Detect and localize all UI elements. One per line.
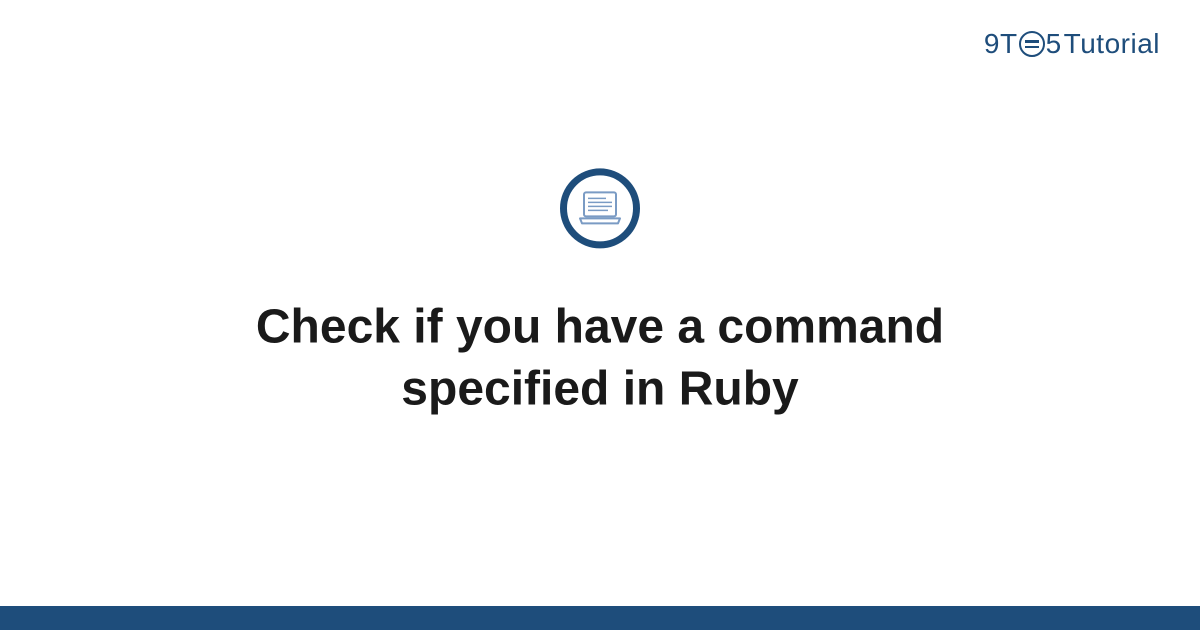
logo-text-5: 5 [1046, 28, 1062, 60]
footer-bar [0, 606, 1200, 630]
article-icon-circle [560, 168, 640, 248]
logo-o-icon [1019, 31, 1045, 57]
logo-text-9t: 9T [984, 28, 1018, 60]
logo-text-tutorial: Tutorial [1064, 28, 1160, 60]
main-content: Check if you have a command specified in… [0, 168, 1200, 421]
article-title: Check if you have a command specified in… [120, 296, 1080, 421]
site-logo: 9T 5 Tutorial [984, 28, 1160, 60]
laptop-icon [578, 190, 622, 226]
